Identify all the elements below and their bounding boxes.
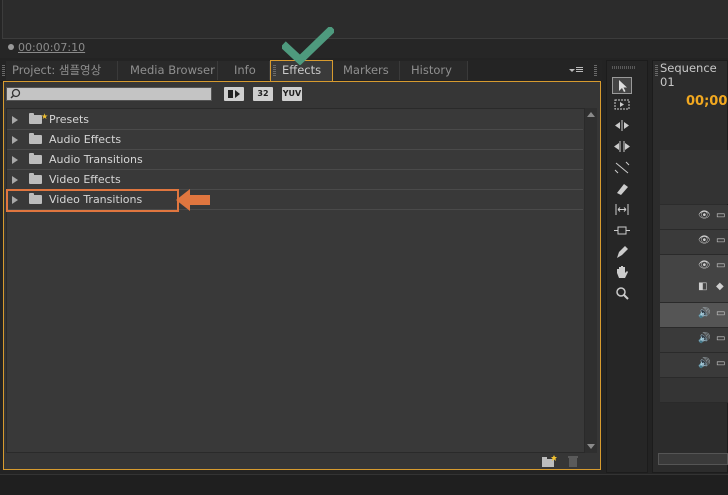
tab-project[interactable]: Project: 샘플영상 (6, 61, 118, 80)
slip-tool-icon[interactable] (612, 202, 632, 219)
rolling-edit-tool-icon[interactable] (612, 139, 632, 156)
search-icon (10, 88, 22, 100)
tools-grip-icon[interactable] (612, 66, 636, 69)
selection-tool-icon[interactable] (612, 77, 632, 94)
rate-stretch-tool-icon[interactable] (612, 160, 632, 177)
expand-triangle-icon[interactable] (12, 116, 18, 124)
playhead-dot-icon (8, 44, 14, 50)
keyframe-icon[interactable]: ◆ (716, 281, 724, 292)
eye-icon[interactable]: 👁 (698, 260, 711, 271)
tree-item-audio-transitions[interactable]: Audio Transitions (7, 151, 583, 170)
film-icon: ▭ (716, 210, 726, 221)
tab-sequence-01[interactable]: Sequence 01 (660, 61, 728, 89)
new-bin-icon[interactable] (541, 455, 557, 468)
trash-icon[interactable] (567, 455, 579, 468)
speaker-icon[interactable]: 🔊 (698, 333, 710, 344)
track-select-tool-icon[interactable] (612, 97, 632, 114)
32bit-filter-button[interactable]: 32 (253, 87, 273, 101)
yuv-filter-button[interactable]: YUV (282, 87, 302, 101)
sequence-timecode[interactable]: 00;00; (686, 94, 728, 109)
audio-track-1[interactable]: 🔊 ▭ (660, 303, 728, 328)
tab-grip-icon[interactable] (273, 65, 276, 76)
film-icon: ▭ (716, 260, 726, 271)
eye-icon[interactable]: 👁 (698, 210, 711, 221)
accelerated-effects-filter-button[interactable] (224, 87, 244, 101)
tab-history[interactable]: History (400, 61, 468, 80)
effects-scrollbar[interactable] (585, 108, 597, 453)
annotation-highlight-box (6, 189, 179, 212)
slide-tool-icon[interactable] (612, 223, 632, 240)
status-bar (0, 474, 728, 495)
expand-triangle-icon[interactable] (12, 136, 18, 144)
film-icon: ▭ (716, 333, 726, 344)
effects-search-input[interactable] (6, 87, 212, 101)
speaker-icon[interactable]: 🔊 (698, 358, 710, 369)
audio-track-2[interactable]: 🔊 ▭ (660, 328, 728, 353)
zoom-tool-icon[interactable] (612, 286, 632, 303)
folder-icon (29, 173, 42, 184)
timeline-ruler[interactable] (660, 150, 728, 204)
folder-icon (29, 133, 42, 144)
tree-item-video-effects[interactable]: Video Effects (7, 171, 583, 190)
star-badge-icon: ★ (41, 112, 49, 121)
film-icon: ▭ (716, 235, 726, 246)
expand-triangle-icon[interactable] (12, 156, 18, 164)
hand-tool-icon[interactable] (612, 265, 632, 282)
eye-icon[interactable]: 👁 (698, 235, 711, 246)
pen-tool-icon[interactable] (612, 244, 632, 261)
panel-menu-icon[interactable] (568, 64, 584, 76)
film-icon: ▭ (716, 308, 726, 319)
video-track-3[interactable]: 👁 ▭ (660, 205, 728, 230)
video-track-1[interactable]: 👁 ▭ ◧ ◆ (660, 255, 728, 303)
audio-track-3[interactable]: 🔊 ▭ (660, 353, 728, 378)
sequence-grip-icon[interactable] (655, 65, 658, 76)
monitor-timecode[interactable]: 00:00:07:10 (8, 41, 85, 54)
panel-grip-right-icon[interactable] (594, 65, 597, 76)
ripple-edit-tool-icon[interactable] (612, 118, 632, 135)
display-style-icon[interactable]: ◧ (698, 281, 707, 292)
expand-triangle-icon[interactable] (12, 176, 18, 184)
timeline-scrollbar[interactable] (658, 453, 728, 465)
razor-tool-icon[interactable] (612, 181, 632, 198)
tab-markers[interactable]: Markers (333, 61, 400, 80)
tree-item-audio-effects[interactable]: Audio Effects (7, 131, 583, 150)
checkmark-icon (282, 27, 334, 65)
speaker-icon[interactable]: 🔊 (698, 308, 710, 319)
arrow-left-icon (172, 185, 212, 215)
tree-item-presets[interactable]: ★ Presets (7, 111, 583, 130)
master-audio-track[interactable] (660, 378, 728, 403)
program-monitor (0, 0, 728, 58)
panel-grip-icon[interactable] (2, 65, 5, 76)
monitor-viewport (2, 0, 728, 39)
video-track-2[interactable]: 👁 ▭ (660, 230, 728, 255)
tab-media-browser[interactable]: Media Browser (118, 61, 218, 80)
film-icon: ▭ (716, 358, 726, 369)
tab-info[interactable]: Info (218, 61, 270, 80)
folder-icon (29, 153, 42, 164)
